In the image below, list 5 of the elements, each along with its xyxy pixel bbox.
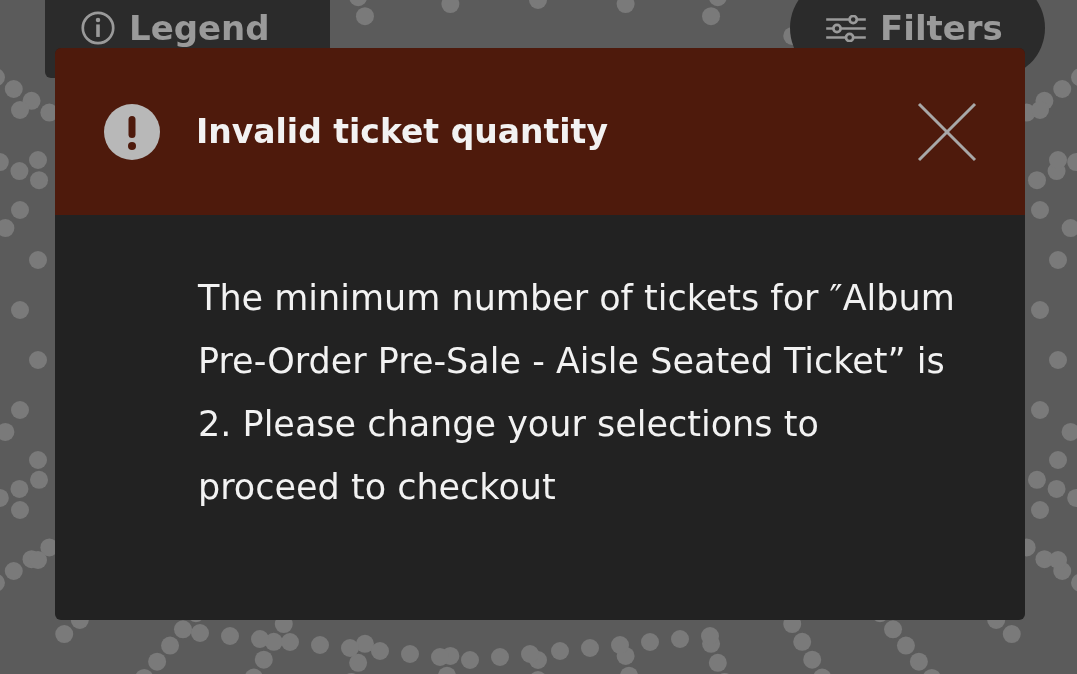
sliders-icon (826, 14, 866, 42)
dialog-title: Invalid ticket quantity (196, 112, 609, 151)
info-icon (81, 11, 115, 45)
alert-icon (104, 103, 160, 160)
dialog-message: The minimum number of tickets for ″Album Pre-Order Pre-Sale - Aisle Seated Ticket” is 2. Please change your selections to proceed to checkout (197, 277, 956, 509)
